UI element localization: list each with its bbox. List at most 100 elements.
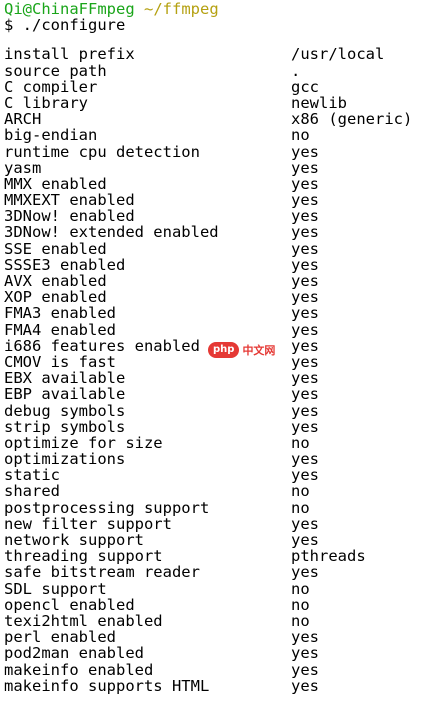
config-value: yes [291, 644, 319, 663]
config-key: 3DNow! extended enabled [4, 224, 219, 241]
config-value: no [291, 126, 310, 145]
config-key: FMA3 enabled [4, 305, 116, 322]
config-row: opencl enabled no [4, 597, 444, 613]
config-row: MMXEXT enabled yes [4, 192, 444, 208]
config-key: pod2man enabled [4, 645, 144, 662]
config-row: i686 features enabled yes [4, 338, 444, 354]
config-value: yes [291, 660, 319, 679]
config-key: texi2html enabled [4, 612, 163, 630]
config-row: yasm yes [4, 158, 444, 177]
config-value: pthreads [291, 547, 366, 566]
config-row: MMX enabled yes [4, 176, 444, 192]
config-value: yes [291, 401, 319, 420]
config-row: SDL support no [4, 580, 444, 597]
config-row: source path. [4, 61, 444, 80]
config-key: strip symbols [4, 418, 126, 435]
terminal-window[interactable]: Qi@ChinaFFmpeg ~/ffmpeg $ ./configure in… [0, 0, 444, 706]
config-row: threading support pthreads [4, 548, 444, 564]
config-value: yes [291, 369, 319, 388]
config-row: optimizations yes [4, 451, 444, 467]
config-value: newlib [291, 93, 347, 112]
config-key: postprocessing support [4, 499, 210, 516]
config-value: yes [291, 142, 319, 161]
config-value: . [291, 61, 301, 80]
config-row: perl enabled yes [4, 629, 444, 645]
config-row: makeinfo supports HTML yes [4, 677, 444, 693]
config-key: SSSE3 enabled [4, 256, 126, 273]
config-row: FMA4 enabled yes [4, 320, 444, 339]
config-key: safe bitstream reader [4, 564, 200, 581]
config-key: EBX available [4, 370, 126, 387]
config-row: texi2html enabled no [4, 613, 444, 629]
config-row: AVX enabled yes [4, 273, 444, 289]
config-value: yes [291, 304, 319, 323]
config-row: optimize for size no [4, 435, 444, 451]
config-key: FMA4 enabled [4, 321, 116, 338]
config-value: yes [291, 628, 319, 647]
config-row: FMA3 enabled yes [4, 305, 444, 321]
config-value: yes [291, 352, 319, 371]
config-key: network support [4, 532, 144, 549]
config-value: no [291, 611, 310, 630]
config-key: ARCH [4, 111, 42, 128]
config-value: yes [291, 450, 319, 469]
config-row: C compiler gcc [4, 79, 444, 95]
config-row: new filter support yes [4, 516, 444, 532]
config-key: source path [4, 62, 107, 79]
config-row: runtime cpu detection yes [4, 142, 444, 161]
config-key: C library [4, 94, 88, 112]
config-key: SSE enabled [4, 240, 107, 257]
config-key: 3DNow! enabled [4, 208, 135, 225]
config-key: install prefix [4, 46, 135, 63]
config-value: yes [291, 417, 319, 436]
config-row: XOP enabled yes [4, 289, 444, 305]
prompt-line: Qi@ChinaFFmpeg ~/ffmpeg [4, 1, 444, 17]
config-key: MMXEXT enabled [4, 192, 135, 209]
config-value: yes [291, 288, 319, 307]
config-value: yes [291, 207, 319, 226]
config-value: yes [291, 320, 319, 339]
config-row: debug symbols yes [4, 401, 444, 420]
config-row: ARCH x86 (generic) [4, 111, 444, 127]
config-key: CMOV is fast [4, 353, 116, 371]
config-row: makeinfo enabled yes [4, 660, 444, 679]
config-row: network support yes [4, 532, 444, 548]
config-row: pod2man enabled yes [4, 645, 444, 661]
config-row: strip symbols yes [4, 417, 444, 436]
config-row: postprocessing support no [4, 499, 444, 516]
config-row: shared no [4, 483, 444, 499]
config-key: big-endian [4, 127, 98, 144]
config-value: yes [291, 255, 319, 274]
config-value: no [291, 482, 310, 501]
prompt-path: ~/ffmpeg [144, 0, 219, 18]
config-key: opencl enabled [4, 596, 135, 613]
config-key: SDL support [4, 580, 107, 597]
config-key: static [4, 467, 60, 484]
config-value: no [291, 433, 310, 452]
config-value: yes [291, 174, 319, 193]
config-key: XOP enabled [4, 289, 107, 306]
config-key: optimize for size [4, 434, 163, 452]
config-value: /usr/local [291, 45, 385, 64]
config-row: big-endian no [4, 127, 444, 143]
config-row: EBX available yes [4, 370, 444, 386]
config-key: i686 features enabled [4, 337, 200, 354]
config-key: threading support [4, 548, 163, 565]
config-row: safe bitstream reader yes [4, 564, 444, 580]
config-key: runtime cpu detection [4, 143, 200, 160]
config-value: yes [291, 223, 319, 242]
config-key: makeinfo enabled [4, 661, 154, 678]
config-key: yasm [4, 159, 42, 176]
config-value: yes [291, 272, 319, 290]
config-value: yes [291, 158, 319, 177]
config-row: SSE enabled yes [4, 239, 444, 258]
config-row: 3DNow! extended enabled yes [4, 224, 444, 240]
configure-output: install prefix/usr/local source path. C co… [4, 46, 444, 694]
config-value: yes [291, 239, 319, 258]
config-key: perl enabled [4, 629, 116, 646]
config-row: C library newlib [4, 95, 444, 111]
config-value: yes [291, 514, 319, 533]
config-key: debug symbols [4, 402, 126, 419]
config-row: static yes [4, 467, 444, 483]
config-value: yes [291, 191, 319, 210]
